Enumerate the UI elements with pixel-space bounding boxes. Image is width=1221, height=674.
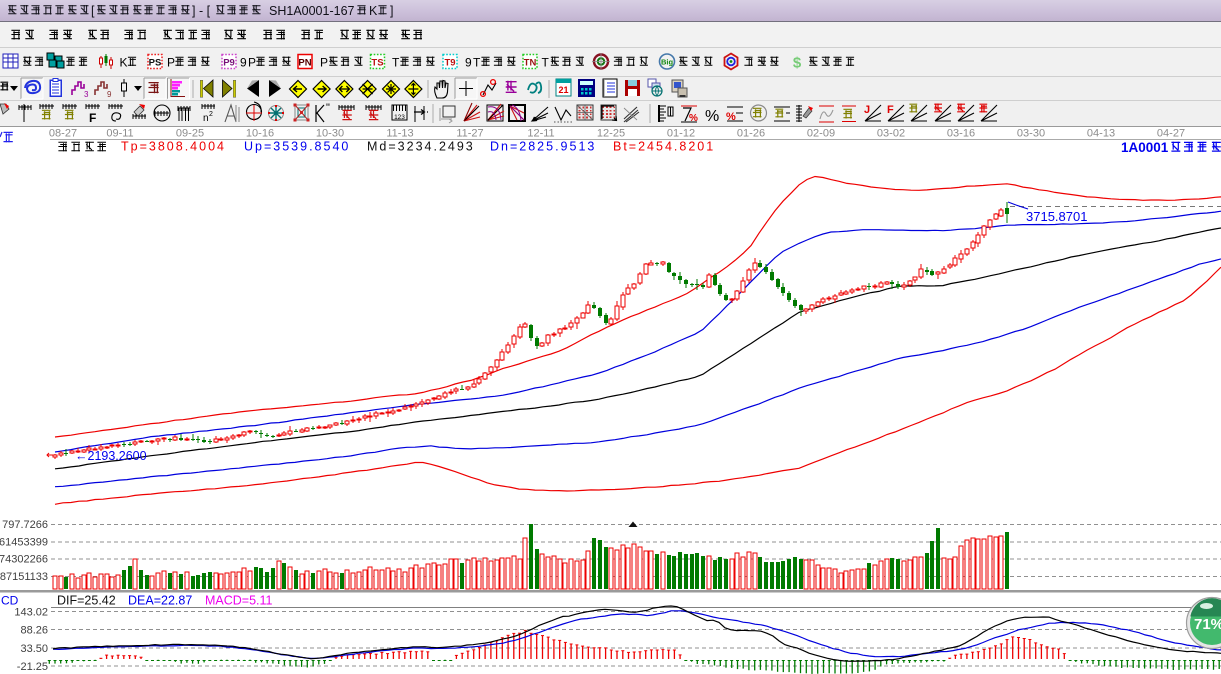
svg-text:187151133: 187151133 (0, 571, 48, 583)
svg-text:MACD=5.11: MACD=5.11 (205, 594, 273, 608)
svg-text:143.02: 143.02 (14, 607, 48, 619)
svg-text:12-25: 12-25 (597, 128, 625, 140)
svg-text:$: $ (793, 55, 802, 72)
svg-text:F: F (89, 111, 96, 125)
svg-text:21: 21 (558, 85, 568, 95)
svg-text:3715.8701: 3715.8701 (1026, 209, 1087, 224)
svg-text:SH1A0001-167: SH1A0001-167 (269, 4, 355, 18)
svg-text:3: 3 (84, 90, 89, 99)
svg-text:04-13: 04-13 (1087, 128, 1115, 140)
svg-text:09-25: 09-25 (176, 128, 204, 140)
svg-text:33.50: 33.50 (20, 643, 48, 655)
svg-text:04-27: 04-27 (1157, 128, 1185, 140)
svg-text:-21.25: -21.25 (17, 661, 48, 673)
svg-text:Big: Big (661, 58, 674, 67)
svg-text:10-16: 10-16 (246, 128, 274, 140)
svg-text:PS: PS (149, 58, 162, 69)
svg-text:9: 9 (107, 90, 112, 99)
svg-text:TS: TS (371, 58, 383, 69)
svg-text:11-27: 11-27 (456, 128, 483, 140)
svg-text:561453399: 561453399 (0, 537, 48, 549)
svg-text:11-13: 11-13 (386, 128, 413, 140)
svg-text:08-27: 08-27 (49, 128, 77, 140)
svg-text:9: 9 (465, 56, 472, 70)
svg-text:]: ] (390, 4, 393, 18)
svg-text:09-11: 09-11 (106, 128, 133, 140)
svg-text:2: 2 (209, 111, 213, 118)
svg-text:123: 123 (394, 114, 405, 121)
svg-text:01-26: 01-26 (737, 128, 765, 140)
svg-text:": " (326, 102, 330, 114)
svg-text:←2193.2600: ←2193.2600 (75, 449, 147, 463)
svg-text:T: T (473, 56, 481, 70)
svg-text:02-09: 02-09 (807, 128, 835, 140)
svg-text:1A0001: 1A0001 (1121, 140, 1169, 155)
svg-text:%: % (705, 108, 719, 125)
svg-text:03-16: 03-16 (947, 128, 975, 140)
svg-text:CD: CD (1, 594, 19, 608)
svg-text:DEA=22.87: DEA=22.87 (128, 594, 192, 608)
svg-text:01-12: 01-12 (667, 128, 695, 140)
svg-text:n: n (203, 113, 209, 124)
svg-text:Bt=2454.8201: Bt=2454.8201 (613, 140, 715, 154)
svg-text:T: T (392, 56, 400, 70)
svg-text:T: T (542, 56, 550, 70)
svg-text:PN: PN (298, 58, 311, 69)
svg-text:Tp=3808.4004: Tp=3808.4004 (121, 140, 226, 154)
svg-text:797.7266: 797.7266 (2, 519, 48, 531)
svg-text:10-30: 10-30 (316, 128, 344, 140)
svg-text:P9: P9 (223, 58, 235, 69)
svg-text:03-02: 03-02 (877, 128, 905, 140)
svg-text:03-30: 03-30 (1017, 128, 1045, 140)
svg-text:K: K (120, 56, 128, 70)
svg-text:Md=3234.2493: Md=3234.2493 (367, 140, 475, 154)
svg-text:12-11: 12-11 (527, 128, 554, 140)
svg-text:P: P (167, 56, 175, 70)
svg-text:71%: 71% (1194, 616, 1221, 633)
svg-text:474302266: 474302266 (0, 554, 48, 566)
svg-text:P: P (320, 56, 328, 70)
svg-text:Up=3539.8540: Up=3539.8540 (244, 140, 350, 154)
svg-text:Dn=2825.9513: Dn=2825.9513 (490, 140, 596, 154)
svg-text:DIF=25.42: DIF=25.42 (57, 594, 116, 608)
svg-text:] - [: ] - [ (192, 4, 211, 18)
svg-text:T9: T9 (444, 58, 455, 69)
svg-text:J: J (864, 104, 870, 116)
svg-text:9: 9 (240, 56, 247, 70)
svg-text:P: P (248, 56, 256, 70)
svg-text:88.26: 88.26 (20, 625, 48, 637)
svg-text:TN: TN (524, 58, 537, 69)
svg-text:[: [ (91, 4, 95, 18)
svg-text:K: K (369, 4, 378, 18)
svg-text:F: F (887, 104, 894, 116)
